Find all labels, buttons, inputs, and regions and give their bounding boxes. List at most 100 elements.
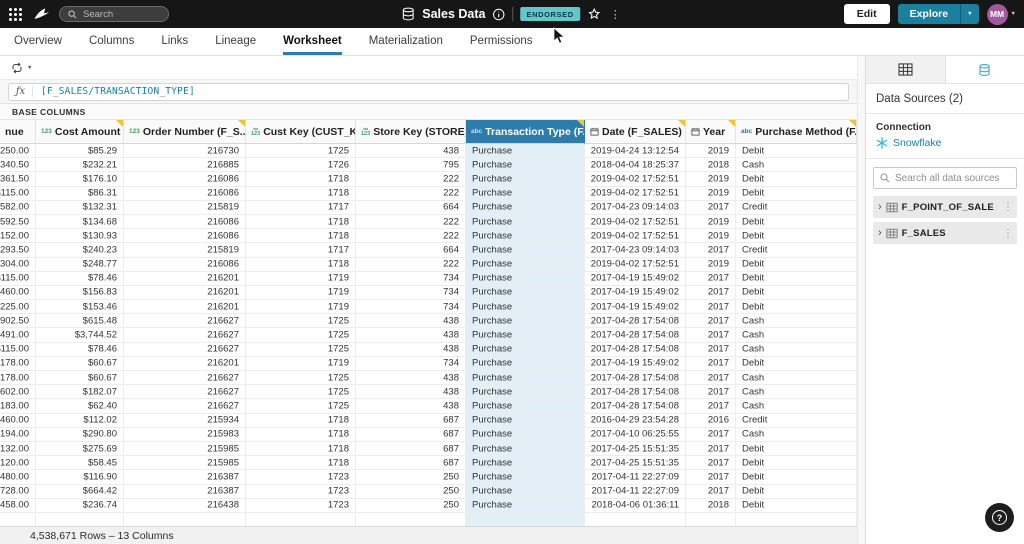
table-cell[interactable]: 215819 (124, 201, 246, 214)
table-cell[interactable]: Purchase (466, 215, 585, 228)
table-cell[interactable]: $240.23 (36, 243, 124, 256)
help-button[interactable]: ? (985, 503, 1014, 532)
table-cell[interactable]: $62.40 (36, 399, 124, 412)
table-cell[interactable]: Purchase (466, 442, 585, 455)
table-cell[interactable]: $60.67 (36, 357, 124, 370)
table-cell[interactable]: Debit (736, 485, 857, 498)
table-cell[interactable]: $460.00 (0, 286, 36, 299)
table-cell[interactable] (246, 513, 356, 526)
table-cell[interactable]: 2017-04-28 17:54:08 (585, 314, 686, 327)
column-header-year[interactable]: Year (686, 120, 736, 144)
table-cell[interactable]: 2017 (686, 371, 736, 384)
table-cell[interactable]: Debit (736, 215, 857, 228)
table-cell[interactable]: 2018 (686, 499, 736, 512)
user-avatar[interactable]: MM (987, 4, 1008, 25)
table-cell[interactable]: 1719 (246, 272, 356, 285)
table-cell[interactable]: 2017 (686, 314, 736, 327)
tab-materialization[interactable]: Materialization (369, 28, 443, 55)
table-cell[interactable]: Purchase (466, 371, 585, 384)
table-cell[interactable]: 795 (356, 158, 466, 171)
table-cell[interactable]: 1725 (246, 343, 356, 356)
column-header-date-f-sales[interactable]: Date (F_SALES) (585, 120, 686, 144)
table-cell[interactable]: $130.93 (36, 229, 124, 242)
table-cell[interactable]: 1719 (246, 300, 356, 313)
table-cell[interactable]: Purchase (466, 499, 585, 512)
table-cell[interactable]: 2017-04-28 17:54:08 (585, 399, 686, 412)
table-cell[interactable]: $2,728.00 (0, 485, 36, 498)
table-cell[interactable]: Debit (736, 229, 857, 242)
table-cell[interactable]: Purchase (466, 343, 585, 356)
table-cell[interactable]: 2019-04-02 17:52:51 (585, 258, 686, 271)
apps-grid-icon[interactable] (8, 7, 23, 22)
table-cell[interactable]: Cash (736, 343, 857, 356)
kebab-menu-icon[interactable]: ⋮ (608, 8, 623, 21)
formula-input[interactable]: ƒx [F_SALES/TRANSACTION_TYPE] (8, 83, 849, 101)
table-cell[interactable]: 1723 (246, 499, 356, 512)
table-cell[interactable]: 664 (356, 243, 466, 256)
table-cell[interactable] (686, 513, 736, 526)
table-cell[interactable]: 734 (356, 357, 466, 370)
table-cell[interactable]: 2019 (686, 187, 736, 200)
table-cell[interactable]: 1718 (246, 215, 356, 228)
table-cell[interactable]: 2017-04-23 09:14:03 (585, 243, 686, 256)
table-cell[interactable] (736, 513, 857, 526)
table-cell[interactable]: Purchase (466, 144, 585, 157)
table-cell[interactable]: $115.00 (0, 187, 36, 200)
table-cell[interactable]: $115.00 (0, 343, 36, 356)
table-cell[interactable]: Purchase (466, 428, 585, 441)
column-header-nue[interactable]: nue (0, 120, 36, 144)
table-cell[interactable]: 2017-04-11 22:27:09 (585, 470, 686, 483)
tab-worksheet[interactable]: Worksheet (283, 28, 342, 55)
table-cell[interactable]: 216086 (124, 229, 246, 242)
table-cell[interactable]: 215985 (124, 442, 246, 455)
column-header-purchase-method-f[interactable]: abcPurchase Method (F... (736, 120, 857, 144)
table-cell[interactable]: $183.00 (0, 399, 36, 412)
table-cell[interactable]: $232.21 (36, 158, 124, 171)
table-cell[interactable]: $153.46 (36, 300, 124, 313)
table-cell[interactable]: 438 (356, 385, 466, 398)
table-cell[interactable]: 1719 (246, 286, 356, 299)
table-cell[interactable]: 222 (356, 229, 466, 242)
table-cell[interactable]: Purchase (466, 158, 585, 171)
table-cell[interactable]: 438 (356, 144, 466, 157)
table-cell[interactable]: $60.67 (36, 371, 124, 384)
table-cell[interactable]: 215985 (124, 456, 246, 469)
table-cell[interactable]: 2019-04-24 13:12:54 (585, 144, 686, 157)
table-cell[interactable]: 687 (356, 428, 466, 441)
table-cell[interactable]: $78.46 (36, 343, 124, 356)
table-cell[interactable]: 2017-04-23 09:14:03 (585, 201, 686, 214)
table-cell[interactable] (0, 513, 36, 526)
table-cell[interactable]: $3,744.52 (36, 328, 124, 341)
table-cell[interactable]: 2017 (686, 328, 736, 341)
table-cell[interactable]: 1718 (246, 442, 356, 455)
table-cell[interactable]: 438 (356, 371, 466, 384)
table-cell[interactable]: 2017-04-25 15:51:35 (585, 456, 686, 469)
table-cell[interactable]: Purchase (466, 414, 585, 427)
table-cell[interactable]: 1723 (246, 485, 356, 498)
table-cell[interactable]: Debit (736, 272, 857, 285)
data-source-item-f-sales[interactable]: ›F_SALES⋮ (873, 222, 1017, 244)
table-cell[interactable]: 2017 (686, 470, 736, 483)
chevron-right-icon[interactable]: › (878, 228, 882, 238)
table-cell[interactable]: 215934 (124, 414, 246, 427)
table-cell[interactable]: 2019-04-02 17:52:51 (585, 187, 686, 200)
table-cell[interactable]: 734 (356, 300, 466, 313)
table-cell[interactable]: 2018 (686, 158, 736, 171)
table-cell[interactable]: $1,132.00 (0, 442, 36, 455)
table-cell[interactable]: $1,602.00 (0, 385, 36, 398)
table-cell[interactable]: 1718 (246, 229, 356, 242)
table-cell[interactable]: 216627 (124, 371, 246, 384)
table-cell[interactable]: $85.29 (36, 144, 124, 157)
search-input[interactable] (83, 9, 160, 20)
table-cell[interactable]: Purchase (466, 485, 585, 498)
table-cell[interactable]: $290.80 (36, 428, 124, 441)
table-cell[interactable]: 734 (356, 272, 466, 285)
data-source-search[interactable] (873, 167, 1017, 189)
table-cell[interactable]: Purchase (466, 243, 585, 256)
panel-tab-columns[interactable] (866, 56, 946, 83)
table-cell[interactable]: 216627 (124, 399, 246, 412)
table-cell[interactable]: Purchase (466, 258, 585, 271)
column-header-transaction-type-f[interactable]: abcTransaction Type (F... (466, 120, 585, 144)
table-cell[interactable]: 2017-04-19 15:49:02 (585, 272, 686, 285)
table-cell[interactable]: 2017 (686, 243, 736, 256)
